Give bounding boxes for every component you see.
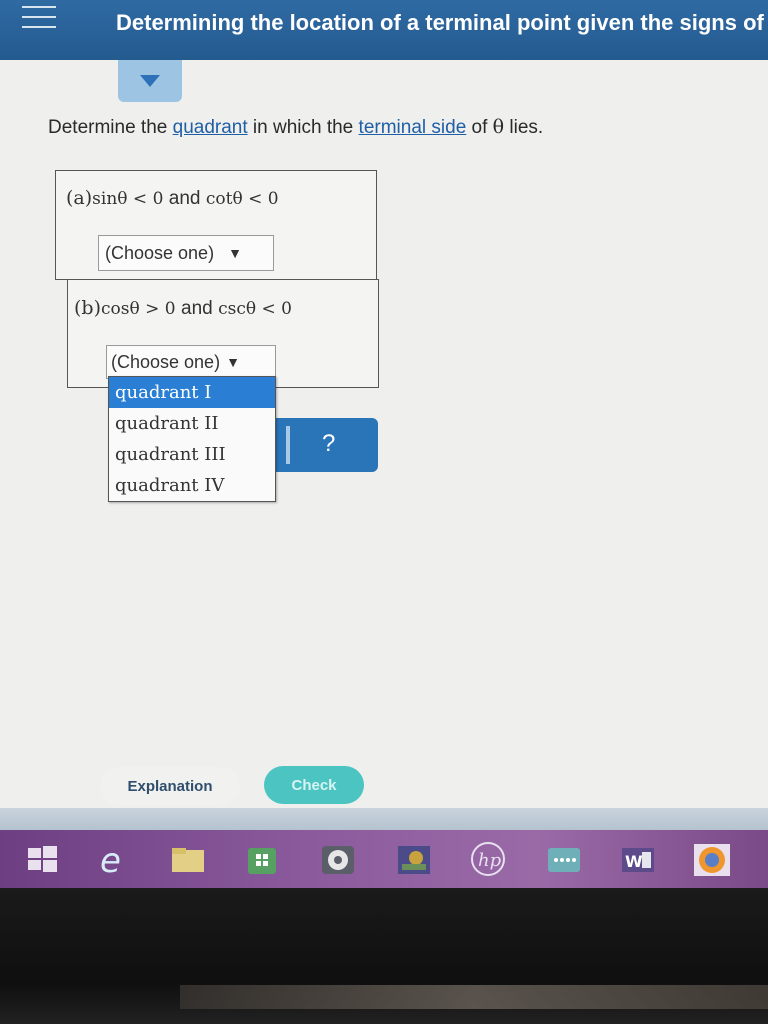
question-of: of [466, 117, 493, 138]
collapse-toggle[interactable] [118, 60, 182, 102]
app-header: Determining the location of a terminal p… [0, 0, 768, 60]
chevron-down-icon [140, 75, 160, 87]
part-b-condition: (b)cosθ > 0 and cscθ < 0 [74, 297, 292, 320]
question-prefix: Determine the [48, 117, 173, 138]
help-button[interactable]: ? [322, 430, 335, 458]
part-a-box: (a)sinθ < 0 and cotθ < 0 (Choose one) ▼ [55, 170, 377, 280]
check-button[interactable]: Check [264, 766, 364, 804]
option-quadrant-i[interactable]: quadrant I [109, 377, 275, 408]
screen: Determining the location of a terminal p… [0, 0, 768, 888]
photos-icon[interactable] [394, 840, 434, 878]
footer-strip [0, 808, 768, 830]
hp-icon[interactable]: hp [468, 840, 508, 878]
hamburger-menu-icon[interactable] [22, 6, 56, 28]
taskbar: e hp W [0, 830, 768, 888]
edge-letter: e [100, 842, 121, 876]
part-b-cond1-fn: cosθ [101, 299, 140, 319]
dropdown-arrow-icon: ▼ [226, 354, 240, 370]
option-quadrant-ii[interactable]: quadrant II [109, 408, 275, 439]
word-icon[interactable]: W [618, 840, 658, 878]
hp-text: hp [478, 850, 502, 871]
part-a-select-value: (Choose one) [105, 242, 215, 263]
part-b-cond2-op: < 0 [256, 299, 292, 319]
part-b-label: (b) [74, 297, 101, 319]
quadrant-dropdown-list: quadrant I quadrant II quadrant III quad… [108, 376, 276, 502]
part-b-cond2-fn: cscθ [212, 299, 257, 319]
part-a-label: (a) [66, 187, 93, 209]
firefox-icon[interactable] [692, 840, 732, 878]
part-b-cond1-op: > 0 [139, 299, 181, 319]
part-a-cond1-op: < 0 [127, 189, 169, 209]
network-icon[interactable] [544, 840, 584, 878]
part-a-cond1-fn: sinθ [92, 189, 128, 209]
explanation-button[interactable]: Explanation [100, 767, 240, 805]
option-quadrant-iii[interactable]: quadrant III [109, 439, 275, 470]
word-letter: W [625, 852, 643, 871]
part-b-box: (b)cosθ > 0 and cscθ < 0 (Choose one) ▼ [67, 279, 379, 388]
file-explorer-icon[interactable] [168, 840, 208, 878]
part-b-and: and [181, 298, 213, 319]
windows-start-icon[interactable] [22, 840, 62, 878]
part-b-select-value: (Choose one) [111, 351, 221, 372]
theta-symbol: θ [492, 116, 505, 138]
dropdown-arrow-icon: ▼ [228, 245, 242, 261]
media-player-icon[interactable] [318, 840, 358, 878]
part-a-cond2-fn: cotθ [200, 189, 243, 209]
part-a-and: and [168, 188, 201, 209]
part-a-select[interactable]: (Choose one) ▼ [98, 235, 274, 271]
store-icon[interactable] [242, 840, 282, 878]
desk-edge [180, 985, 768, 1009]
edge-browser-icon[interactable]: e [94, 840, 134, 878]
option-quadrant-iv[interactable]: quadrant IV [109, 470, 275, 501]
question-suffix: lies. [504, 117, 544, 138]
part-a-condition: (a)sinθ < 0 and cotθ < 0 [66, 187, 279, 210]
page-title: Determining the location of a terminal p… [116, 10, 764, 35]
part-a-cond2-op: < 0 [242, 189, 279, 209]
help-divider [286, 426, 290, 464]
help-panel: ? [272, 418, 378, 472]
quadrant-link[interactable]: quadrant [173, 117, 248, 138]
part-b-select[interactable]: (Choose one) ▼ [106, 345, 276, 379]
terminal-side-link[interactable]: terminal side [359, 117, 467, 138]
question-text: Determine the quadrant in which the term… [48, 116, 543, 139]
question-middle: in which the [247, 117, 359, 138]
